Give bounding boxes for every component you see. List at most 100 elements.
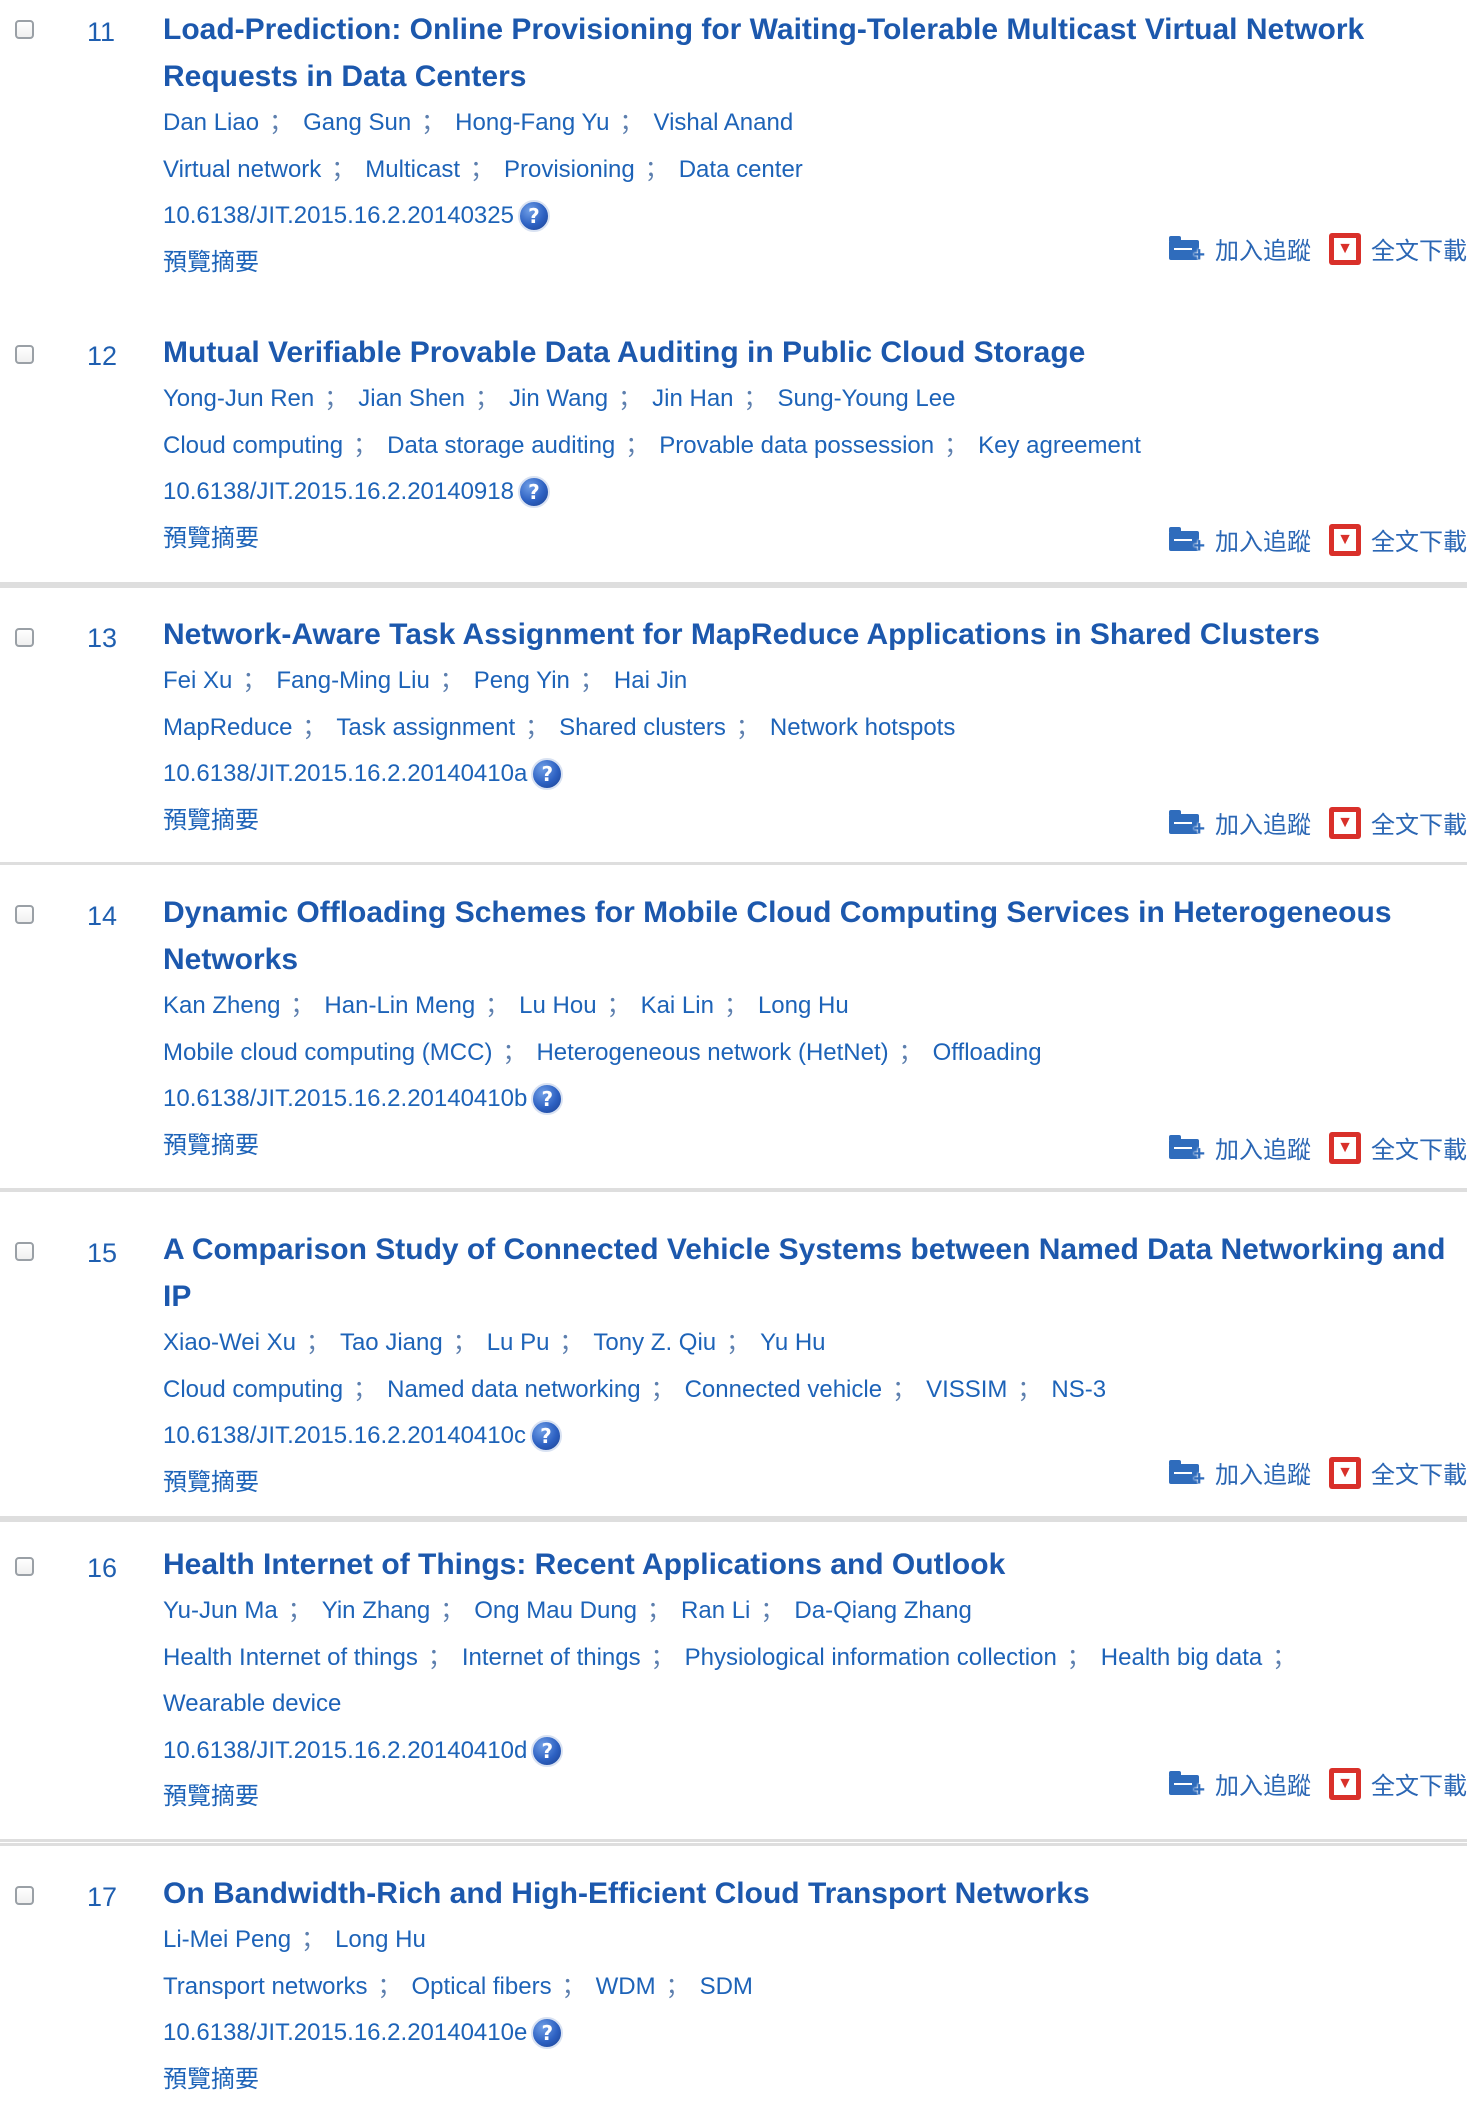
author-link[interactable]: Jin Wang (509, 385, 608, 412)
author-link[interactable]: Da-Qiang Zhang (794, 1597, 971, 1624)
keyword-link[interactable]: Transport networks (163, 1973, 368, 2000)
help-icon[interactable]: ? (531, 1734, 564, 1767)
select-checkbox[interactable] (15, 20, 34, 39)
doi-line: 10.6138/JIT.2015.16.2.20140410e? (163, 2010, 1467, 2057)
doi-link[interactable]: 10.6138/JIT.2015.16.2.20140410d (163, 1728, 527, 1775)
help-icon[interactable]: ? (531, 2017, 564, 2050)
select-checkbox[interactable] (15, 905, 34, 924)
keyword-link[interactable]: Optical fibers (412, 1973, 552, 2000)
keyword-link[interactable]: WDM (596, 1973, 656, 2000)
help-icon[interactable]: ? (531, 1083, 564, 1116)
full-text-download-button[interactable]: ▼ 全文下載 (1329, 1455, 1467, 1490)
keyword-link[interactable]: Provisioning (504, 156, 635, 183)
help-icon[interactable]: ? (531, 758, 564, 791)
doi-link[interactable]: 10.6138/JIT.2015.16.2.20140410b (163, 1076, 527, 1123)
author-link[interactable]: Lu Hou (519, 992, 596, 1019)
author-link[interactable]: Yu Hu (760, 1329, 825, 1356)
author-link[interactable]: Yu-Jun Ma (163, 1597, 278, 1624)
author-link[interactable]: Yin Zhang (322, 1597, 431, 1624)
select-checkbox[interactable] (15, 1557, 34, 1576)
preview-abstract-link[interactable]: 預覽摘要 (163, 2057, 1467, 2104)
keyword-link[interactable]: Multicast (365, 156, 460, 183)
keyword-link[interactable]: Named data networking (387, 1376, 640, 1403)
author-link[interactable]: Han-Lin Meng (324, 992, 475, 1019)
add-tracking-button[interactable]: + 加入追蹤 (1169, 1766, 1311, 1801)
author-link[interactable]: Lu Pu (487, 1329, 550, 1356)
full-text-download-button[interactable]: ▼ 全文下載 (1329, 1130, 1467, 1165)
select-checkbox[interactable] (15, 1242, 34, 1261)
help-icon[interactable]: ? (517, 476, 550, 509)
article-title-link[interactable]: Health Internet of Things: Recent Applic… (163, 1541, 1467, 1588)
full-text-download-button[interactable]: ▼ 全文下載 (1329, 522, 1467, 557)
keyword-link[interactable]: Provable data possession (659, 432, 934, 459)
author-link[interactable]: Hong-Fang Yu (455, 109, 609, 136)
author-link[interactable]: Gang Sun (303, 109, 411, 136)
author-link[interactable]: Jian Shen (358, 385, 465, 412)
keyword-link[interactable]: Shared clusters (559, 714, 726, 741)
select-checkbox[interactable] (15, 1886, 34, 1905)
keyword-link[interactable]: Network hotspots (770, 714, 955, 741)
author-link[interactable]: Tony Z. Qiu (593, 1329, 716, 1356)
author-link[interactable]: Xiao-Wei Xu (163, 1329, 296, 1356)
keyword-link[interactable]: Cloud computing (163, 432, 343, 459)
keyword-link[interactable]: Data center (679, 156, 803, 183)
keyword-link[interactable]: Health big data (1101, 1644, 1262, 1671)
doi-link[interactable]: 10.6138/JIT.2015.16.2.20140410c (163, 1413, 526, 1460)
author-link[interactable]: Long Hu (758, 992, 849, 1019)
article-title-link[interactable]: Load-Prediction: Online Provisioning for… (163, 6, 1467, 100)
keyword-link[interactable]: Wearable device (163, 1690, 341, 1717)
author-link[interactable]: Li-Mei Peng (163, 1926, 291, 1953)
author-link[interactable]: Fang-Ming Liu (276, 667, 429, 694)
article-title-link[interactable]: Mutual Verifiable Provable Data Auditing… (163, 329, 1467, 376)
author-link[interactable]: Jin Han (652, 385, 733, 412)
author-link[interactable]: Dan Liao (163, 109, 259, 136)
add-tracking-button[interactable]: + 加入追蹤 (1169, 1455, 1311, 1490)
keyword-link[interactable]: Task assignment (336, 714, 515, 741)
add-folder-icon: + (1169, 809, 1205, 839)
full-text-download-button[interactable]: ▼ 全文下載 (1329, 805, 1467, 840)
article-title-link[interactable]: On Bandwidth-Rich and High-Efficient Clo… (163, 1870, 1467, 1917)
keyword-link[interactable]: Key agreement (978, 432, 1141, 459)
keyword-link[interactable]: Offloading (933, 1039, 1042, 1066)
doi-link[interactable]: 10.6138/JIT.2015.16.2.20140918 (163, 469, 514, 516)
author-link[interactable]: Tao Jiang (340, 1329, 443, 1356)
keyword-link[interactable]: VISSIM (926, 1376, 1007, 1403)
author-link[interactable]: Ong Mau Dung (474, 1597, 637, 1624)
article-title-link[interactable]: Dynamic Offloading Schemes for Mobile Cl… (163, 889, 1467, 983)
help-icon[interactable]: ? (517, 200, 550, 233)
doi-link[interactable]: 10.6138/JIT.2015.16.2.20140325 (163, 193, 514, 240)
author-link[interactable]: Sung-Young Lee (778, 385, 956, 412)
keyword-link[interactable]: Cloud computing (163, 1376, 343, 1403)
author-link[interactable]: Fei Xu (163, 667, 232, 694)
doi-link[interactable]: 10.6138/JIT.2015.16.2.20140410a (163, 751, 527, 798)
keyword-link[interactable]: NS-3 (1051, 1376, 1106, 1403)
keyword-link[interactable]: Connected vehicle (685, 1376, 882, 1403)
author-link[interactable]: Peng Yin (474, 667, 570, 694)
add-tracking-button[interactable]: + 加入追蹤 (1169, 522, 1311, 557)
add-tracking-button[interactable]: + 加入追蹤 (1169, 805, 1311, 840)
keyword-link[interactable]: Heterogeneous network (HetNet) (536, 1039, 888, 1066)
keyword-link[interactable]: Physiological information collection (685, 1644, 1057, 1671)
help-icon[interactable]: ? (529, 1420, 562, 1453)
select-checkbox[interactable] (15, 345, 34, 364)
author-link[interactable]: Hai Jin (614, 667, 687, 694)
author-link[interactable]: Yong-Jun Ren (163, 385, 314, 412)
author-link[interactable]: Kai Lin (641, 992, 714, 1019)
keyword-link[interactable]: MapReduce (163, 714, 292, 741)
author-link[interactable]: Vishal Anand (654, 109, 794, 136)
keyword-link[interactable]: Health Internet of things (163, 1644, 418, 1671)
select-checkbox[interactable] (15, 628, 34, 647)
article-title-link[interactable]: Network-Aware Task Assignment for MapRed… (163, 611, 1467, 658)
keyword-link[interactable]: Mobile cloud computing (MCC) (163, 1039, 492, 1066)
article-title-link[interactable]: A Comparison Study of Connected Vehicle … (163, 1226, 1467, 1320)
add-tracking-button[interactable]: + 加入追蹤 (1169, 1130, 1311, 1165)
doi-link[interactable]: 10.6138/JIT.2015.16.2.20140410e (163, 2010, 527, 2057)
keyword-link[interactable]: SDM (700, 1973, 753, 2000)
full-text-download-button[interactable]: ▼ 全文下載 (1329, 1766, 1467, 1801)
keyword-link[interactable]: Virtual network (163, 156, 321, 183)
author-link[interactable]: Kan Zheng (163, 992, 280, 1019)
keyword-link[interactable]: Internet of things (462, 1644, 641, 1671)
author-link[interactable]: Long Hu (335, 1926, 426, 1953)
author-link[interactable]: Ran Li (681, 1597, 750, 1624)
keyword-link[interactable]: Data storage auditing (387, 432, 615, 459)
